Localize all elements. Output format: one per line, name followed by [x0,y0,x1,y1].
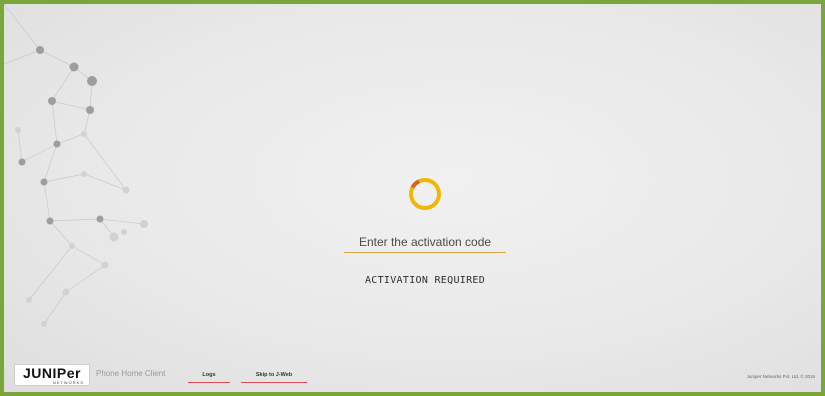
app-name-label: Phone Home Client [96,369,166,378]
app-frame: ACTIVATION REQUIRED JUNIPer NETWORKS Pho… [0,0,825,396]
juniper-logo: JUNIPer NETWORKS [14,364,90,386]
loading-spinner-icon [409,178,441,210]
logo-wordmark: JUNIPer [23,365,81,381]
network-nodes-graphic [4,4,148,327]
activation-status-text: ACTIVATION REQUIRED [364,275,486,286]
logs-link[interactable]: Logs [188,372,230,383]
skip-to-jweb-link[interactable]: Skip to J-Web [241,372,307,383]
copyright-text: Juniper Networks Pvt. Ltd. © 2016 [746,374,815,379]
activation-code-input[interactable] [344,232,506,253]
